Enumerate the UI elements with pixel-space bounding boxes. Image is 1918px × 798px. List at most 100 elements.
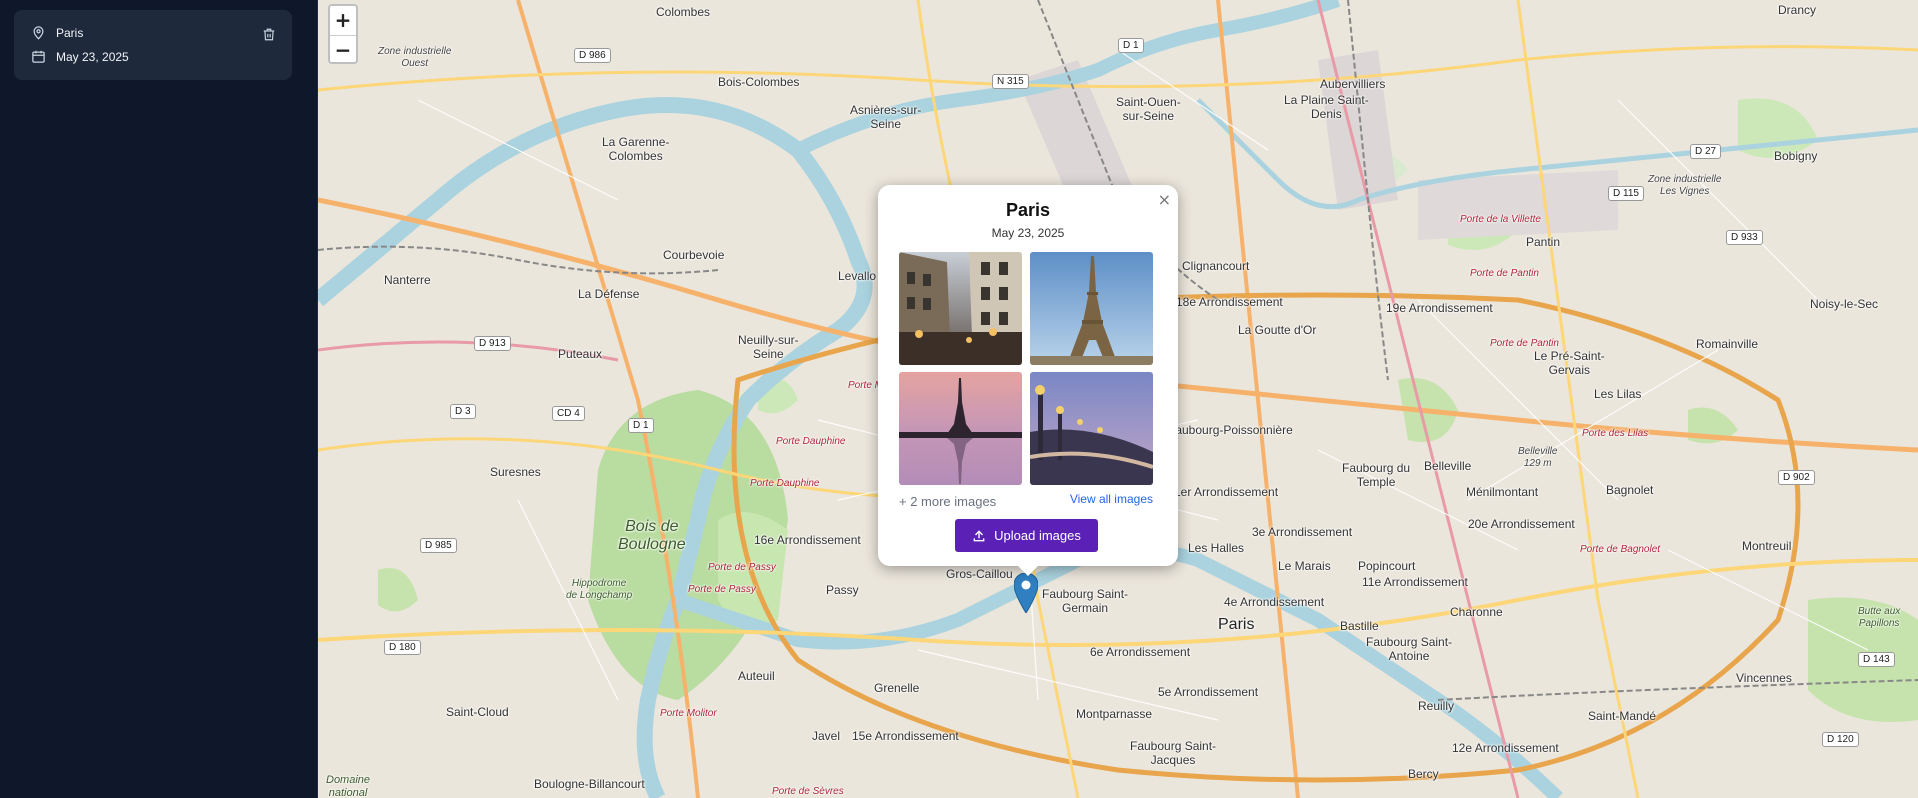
place-label: Popincourt [1358,559,1416,573]
place-text: Zone industrielle Les Vignes [1648,174,1722,197]
place-label: Drancy [1778,3,1817,17]
place-text: Hippodrome de Longchamp [566,578,633,601]
place-label: 15e Arrondissement [852,729,959,743]
place-label: Saint-Cloud [446,705,509,719]
place-label: Bobigny [1774,149,1818,163]
delete-trip-button[interactable] [260,25,278,43]
zoom-in-button[interactable]: + [330,6,356,35]
place-label: Hippodrome de Longchamp [566,578,632,601]
place-label: 3e Arrondissement [1252,525,1353,539]
trip-date: May 23, 2025 [56,49,129,64]
place-label: Charonne [1450,605,1503,619]
road-badge: N 315 [992,74,1029,89]
place-text: Faubourg Saint- Jacques [1130,739,1217,767]
place-label: Ménilmontant [1466,485,1539,499]
place-label: Boulogne-Billancourt [534,777,645,791]
photo-thumbnail-sunset[interactable] [899,372,1022,485]
porte-label: Porte de Pantin [1470,268,1539,279]
upload-images-label: Upload images [994,528,1081,543]
upload-images-button[interactable]: Upload images [955,519,1098,552]
map-pin-icon [33,26,44,40]
trip-date-row: May 23, 2025 [31,49,129,64]
porte-label: Porte de la Villette [1460,214,1541,225]
road-badge: D 115 [1608,186,1644,201]
road-badge: D 120 [1822,732,1859,747]
view-all-images-link[interactable]: View all images [1070,492,1153,506]
place-label: 19e Arrondissement [1386,301,1493,315]
place-label: Paris [1218,616,1255,633]
road-badge: D 985 [420,538,457,553]
place-label: La Goutte d'Or [1238,323,1317,337]
place-label: Montreuil [1742,539,1792,553]
place-label: Les Lilas [1594,387,1642,401]
road-badge: D 1 [628,418,654,433]
place-label: 6e Arrondissement [1090,645,1191,659]
zoom-out-button[interactable]: − [330,35,356,62]
photo-thumbnail-eiffel[interactable] [1030,252,1153,365]
place-label: Domaine national [326,774,370,798]
place-label: Faubourg du Temple [1342,461,1411,490]
place-label: Pantin [1526,235,1561,249]
road-badge: D 986 [574,48,611,63]
road-badge: D 180 [384,640,421,655]
place-label: 16e Arrondissement [754,533,861,547]
sidebar: Paris May 23, 2025 [0,0,318,798]
calendar-icon [32,50,45,63]
place-text: Faubourg du Temple [1342,461,1411,489]
place-label: Grenelle [874,681,920,695]
place-label: Passy [826,583,859,597]
place-label: Saint-Mandé [1588,709,1657,723]
place-label: 1er Arrondissement [1174,485,1279,499]
place-label: Gros-Caillou [946,567,1013,581]
place-label: Le Marais [1278,559,1331,573]
place-label: Clignancourt [1182,259,1250,273]
road-badge: D 913 [474,336,511,351]
place-text: Butte aux Papillons [1858,606,1901,629]
place-label: Faubourg Saint- Germain [1042,587,1128,616]
place-label: 12e Arrondissement [1452,741,1559,755]
upload-icon [973,529,985,541]
place-text: Belleville 129 m [1518,446,1558,469]
photo-thumbnail-street[interactable] [899,252,1022,365]
place-text: La Plaine Saint- Denis [1284,93,1369,121]
map[interactable]: Colombes Bois-Colombes Asnières-sur- Sei… [318,0,1918,798]
trip-location: Paris [56,25,84,40]
road-badge: D 143 [1858,652,1895,667]
porte-label: Porte de Passy [708,562,776,573]
popup-title: Paris [1005,200,1051,220]
place-label: Le Pré-Saint- Gervais [1534,349,1605,378]
porte-label: Porte Dauphine [750,478,820,489]
place-text: Zone industrielle Ouest [378,46,452,69]
road-badge: D 3 [450,404,476,419]
place-label: Bastille [1340,619,1379,633]
place-label: Romainville [1696,337,1759,351]
place-label: Suresnes [490,465,541,479]
place-label: Colombes [656,5,711,19]
place-label: Courbevoie [663,248,725,262]
place-label: Aubervilliers [1320,77,1386,91]
place-label: La Plaine Saint- Denis [1284,93,1369,122]
place-label: Bois de Boulogne [618,518,686,555]
place-label: La Garenne- Colombes [602,135,669,164]
alexandre-bridge-photo [1030,372,1153,485]
place-text: Faubourg Saint- Antoine [1366,635,1453,663]
place-label: Bagnolet [1606,483,1654,497]
place-label: 18e Arrondissement [1176,295,1283,309]
porte-label: Porte Dauphine [776,436,846,447]
place-label: 20e Arrondissement [1468,517,1575,531]
place-label: Nanterre [384,273,431,287]
porte-label: Porte de Sèvres [772,786,844,797]
eiffel-tower-photo [1030,252,1153,365]
place-label: Montparnasse [1076,707,1153,721]
trip-card[interactable]: Paris May 23, 2025 [14,10,292,80]
place-label: Javel [812,729,841,743]
place-label: Faubourg-Poissonnière [1168,423,1293,437]
photo-thumbnail-bridge[interactable] [1030,372,1153,485]
place-label: Bercy [1408,767,1439,781]
place-label: Belleville 129 m [1518,446,1557,469]
place-label: Belleville [1424,459,1472,473]
trip-location-row: Paris [31,25,83,40]
location-marker[interactable] [1013,572,1039,618]
place-label: Levallo [838,269,877,283]
place-label: Neuilly-sur- Seine [738,333,799,362]
